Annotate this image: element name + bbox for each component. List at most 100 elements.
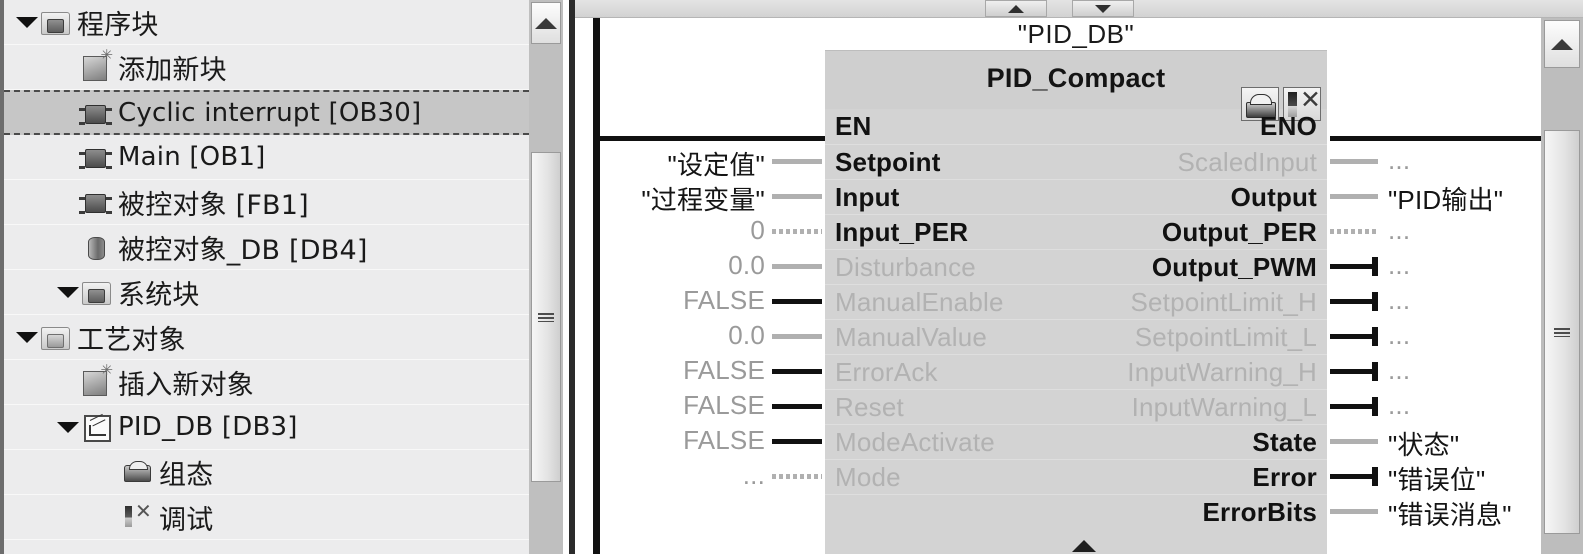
pid-compact-block[interactable]: PID_Compact EN ENO SetpointInputInput_PE… [825, 50, 1327, 554]
output-operand[interactable]: ... [1388, 320, 1410, 351]
param-output-inputwarning_h[interactable]: InputWarning_H [825, 354, 1327, 389]
param-name: InputWarning_H [1127, 356, 1317, 387]
tree-expander[interactable] [14, 331, 40, 343]
editor-scroll-up-button[interactable] [1544, 20, 1580, 68]
add-new-block-icon [81, 48, 113, 82]
folder-icon-glyph [82, 282, 111, 305]
tree-item-4[interactable]: 被控对象 [FB1] [4, 180, 529, 225]
organization-block-icon-glyph [79, 149, 112, 169]
tree-expander[interactable] [14, 16, 40, 28]
param-name: ErrorBits [1202, 496, 1317, 527]
input-operand[interactable]: 0 [750, 215, 765, 246]
tree-item-6[interactable]: 系统块 [4, 270, 529, 315]
output-operand[interactable]: ... [1388, 215, 1410, 246]
tree-item-11[interactable]: 调试 [4, 495, 529, 540]
tree-item-9[interactable]: PID_DB [DB3] [4, 405, 529, 450]
scroll-up-triangle-icon [1008, 4, 1024, 13]
output-operand[interactable]: "状态" [1388, 425, 1459, 462]
output-terminal-icon [1372, 397, 1378, 416]
param-output-output_per[interactable]: Output_PER [825, 214, 1327, 249]
tree-item-5[interactable]: 被控对象_DB [DB4] [4, 225, 529, 270]
data-block-icon-glyph [88, 237, 105, 260]
param-output-state[interactable]: State [825, 424, 1327, 459]
input-operand[interactable]: ... [743, 460, 765, 491]
input-operand[interactable]: "设定值" [668, 145, 765, 182]
output-wire [1330, 229, 1378, 234]
param-output-scaledinput[interactable]: ScaledInput [825, 144, 1327, 179]
editor-top-bar [575, 0, 1583, 18]
chevron-down-icon [16, 331, 38, 343]
output-operand[interactable]: ... [1388, 285, 1410, 316]
param-output-error[interactable]: Error [825, 459, 1327, 494]
param-eno[interactable]: ENO [825, 109, 1327, 144]
input-operand[interactable]: "过程变量" [641, 180, 765, 217]
param-output-output[interactable]: Output [825, 179, 1327, 214]
output-terminal-icon [1372, 292, 1378, 311]
input-wire [772, 439, 822, 444]
expand-up-triangle-icon[interactable] [1072, 540, 1096, 552]
tree-item-0[interactable]: 程序块 [4, 0, 529, 45]
output-wire [1330, 159, 1378, 164]
tree-item-label: PID_DB [DB3] [118, 412, 298, 442]
input-operand[interactable]: FALSE [683, 285, 765, 316]
tree-item-10[interactable]: 组态 [4, 450, 529, 495]
input-operand[interactable]: 0.0 [728, 320, 765, 351]
chevron-up-icon [1551, 38, 1573, 50]
power-rail [593, 18, 600, 554]
param-name: Output [1230, 181, 1317, 212]
tree-scroll-thumb[interactable] [531, 152, 561, 482]
editor-scroll-thumb[interactable] [1544, 130, 1580, 534]
output-operand[interactable]: ... [1388, 145, 1410, 176]
param-name: Output_PWM [1151, 251, 1317, 282]
output-wire [1330, 439, 1378, 444]
network-prev-button[interactable] [985, 0, 1047, 17]
network-next-button[interactable] [1072, 0, 1134, 17]
output-wire [1330, 334, 1372, 339]
param-output-errorbits[interactable]: ErrorBits [825, 494, 1327, 529]
project-tree-panel: 程序块添加新块 Cyclic interrupt [OB30] Main [OB1]… [0, 0, 529, 554]
output-operand[interactable]: ... [1388, 355, 1410, 386]
param-eno-label: ENO [1260, 111, 1317, 141]
tree-item-label: 组态 [159, 459, 214, 491]
tree-expander[interactable] [55, 286, 81, 298]
technology-objects-folder-icon-glyph [41, 327, 70, 350]
tree-expander[interactable] [55, 421, 81, 433]
output-operand[interactable]: "PID输出" [1388, 180, 1503, 217]
tree-item-8[interactable]: 插入新对象 [4, 360, 529, 405]
input-wire [772, 369, 822, 374]
output-wire [1330, 264, 1372, 269]
add-new-block-icon-glyph [83, 48, 113, 81]
editor-scrollbar[interactable] [1541, 18, 1583, 554]
project-tree-scrollbar[interactable] [529, 0, 563, 554]
tree-scroll-up-button[interactable] [531, 2, 561, 44]
input-operand[interactable]: FALSE [683, 390, 765, 421]
input-operand[interactable]: FALSE [683, 355, 765, 386]
function-block-icon [79, 187, 112, 217]
output-operand[interactable]: ... [1388, 250, 1410, 281]
tree-item-label: 系统块 [118, 279, 200, 311]
chevron-down-icon [57, 421, 79, 433]
output-operand[interactable]: ... [1388, 390, 1410, 421]
tree-item-2[interactable]: Cyclic interrupt [OB30] [4, 90, 529, 135]
add-new-object-icon [81, 363, 113, 397]
tree-item-label: Cyclic interrupt [OB30] [118, 97, 422, 128]
output-operand[interactable]: "错误消息" [1388, 495, 1512, 532]
param-name: Error [1252, 461, 1317, 492]
scroll-grip-icon [538, 312, 554, 322]
param-output-setpointlimit_l[interactable]: SetpointLimit_L [825, 319, 1327, 354]
tree-item-3[interactable]: Main [OB1] [4, 135, 529, 180]
param-output-setpointlimit_h[interactable]: SetpointLimit_H [825, 284, 1327, 319]
organization-block-icon [79, 98, 112, 128]
input-operand[interactable]: 0.0 [728, 250, 765, 281]
pid-object-icon [81, 412, 111, 442]
param-output-inputwarning_l[interactable]: InputWarning_L [825, 389, 1327, 424]
input-operand[interactable]: FALSE [683, 425, 765, 456]
tree-item-1[interactable]: 添加新块 [4, 45, 529, 90]
output-terminal-icon [1372, 362, 1378, 381]
tree-item-7[interactable]: 工艺对象 [4, 315, 529, 360]
tree-item-label: 调试 [159, 504, 214, 536]
output-operand[interactable]: "错误位" [1388, 460, 1485, 497]
param-output-output_pwm[interactable]: Output_PWM [825, 249, 1327, 284]
input-wire [772, 194, 822, 199]
folder-icon [81, 277, 111, 307]
